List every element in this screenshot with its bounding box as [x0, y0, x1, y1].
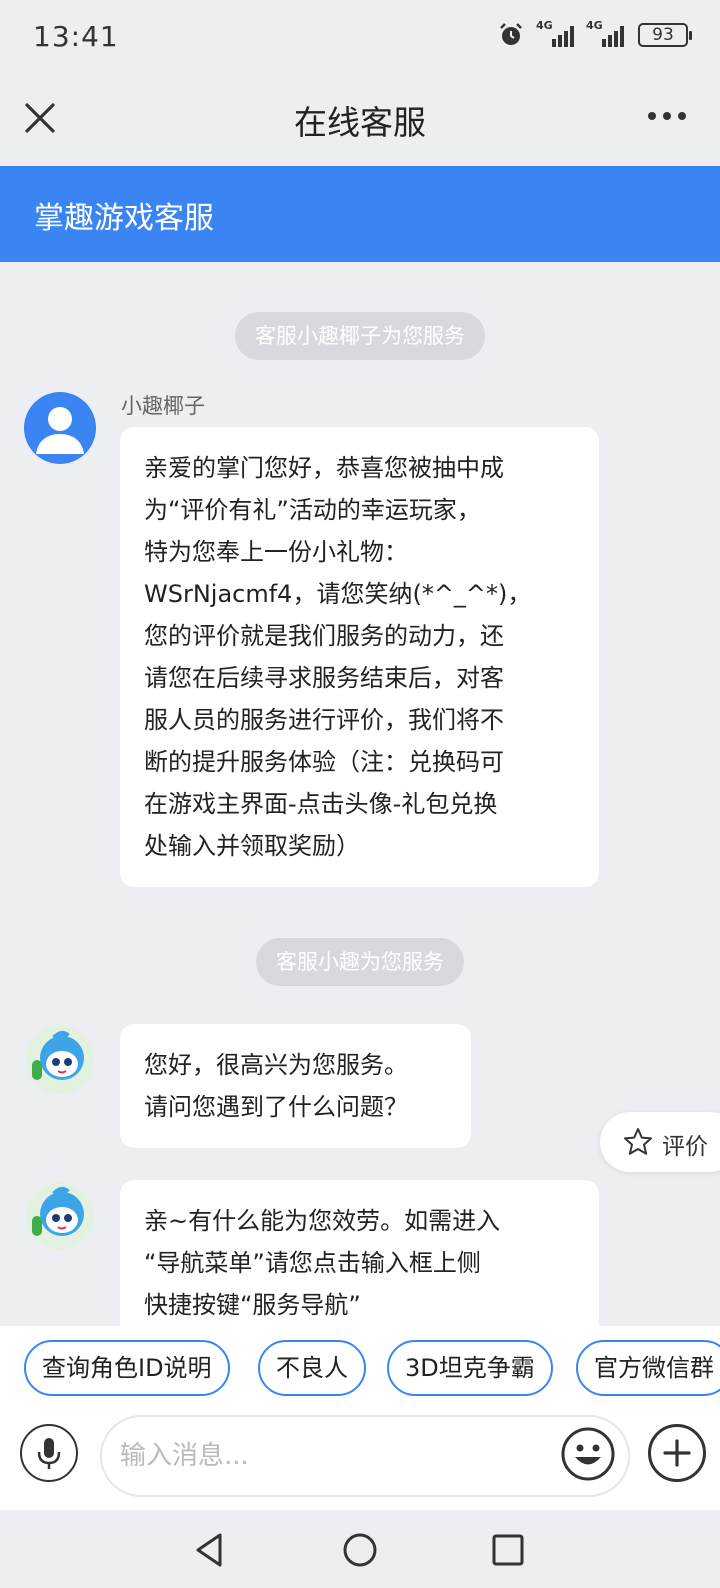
agent-avatar-default: [24, 392, 96, 464]
header-band: 掌趣游戏客服: [0, 166, 720, 262]
input-bar: [0, 1410, 720, 1510]
signal-icon-2: 4G: [586, 19, 624, 47]
home-icon[interactable]: [340, 1530, 380, 1570]
message-input[interactable]: [100, 1415, 630, 1497]
nav-bar: 在线客服: [0, 76, 720, 166]
quick-reply-chip[interactable]: 官方微信群: [576, 1340, 720, 1396]
sender-name: 小趣椰子: [121, 394, 205, 418]
mascot-icon: [26, 1182, 94, 1250]
plus-button[interactable]: [648, 1424, 706, 1482]
system-nav-bar: [0, 1510, 720, 1588]
quick-reply-chip[interactable]: 不良人: [258, 1340, 366, 1396]
more-icon[interactable]: [648, 112, 686, 120]
status-time: 13:41: [33, 20, 119, 53]
battery-icon: 93: [638, 23, 692, 47]
system-notice: 客服小趣为您服务: [256, 938, 464, 986]
message-bubble: 您好，很高兴为您服务。 请问您遇到了什么问题？: [120, 1024, 471, 1148]
rate-label: 评价: [662, 1134, 708, 1160]
page-title: 在线客服: [294, 103, 426, 142]
agent-avatar-mascot: [24, 1024, 96, 1096]
microphone-icon: [37, 1438, 61, 1469]
user-icon: [36, 407, 84, 454]
status-icons: 4G 4G 93: [498, 19, 692, 48]
plus-icon: [663, 1439, 691, 1467]
back-icon[interactable]: [190, 1530, 230, 1570]
recent-apps-icon[interactable]: [488, 1530, 528, 1570]
status-bar: 13:41 4G 4G 93: [0, 0, 720, 76]
mascot-icon: [26, 1026, 94, 1094]
alarm-icon: [500, 23, 522, 45]
service-title: 掌趣游戏客服: [34, 201, 214, 236]
star-icon: [624, 1128, 652, 1155]
quick-reply-bar: 查询角色ID说明 不良人 3D坦克争霸 官方微信群: [0, 1326, 720, 1410]
system-notice: 客服小趣椰子为您服务: [235, 312, 485, 360]
voice-button[interactable]: [20, 1424, 78, 1482]
agent-avatar-mascot: [24, 1180, 96, 1252]
rate-button[interactable]: 评价: [600, 1112, 720, 1172]
message-bubble: 亲爱的掌门您好，恭喜您被抽中成 为“评价有礼”活动的幸运玩家， 特为您奉上一份小…: [120, 427, 599, 887]
emoji-icon[interactable]: [560, 1426, 616, 1482]
signal-icon-1: 4G: [536, 19, 574, 47]
quick-reply-chip[interactable]: 3D坦克争霸: [387, 1340, 553, 1396]
quick-reply-chip[interactable]: 查询角色ID说明: [24, 1340, 230, 1396]
message-bubble: 亲~有什么能为您效劳。如需进入 “导航菜单”请您点击输入框上侧 快捷按键“服务导…: [120, 1180, 599, 1326]
